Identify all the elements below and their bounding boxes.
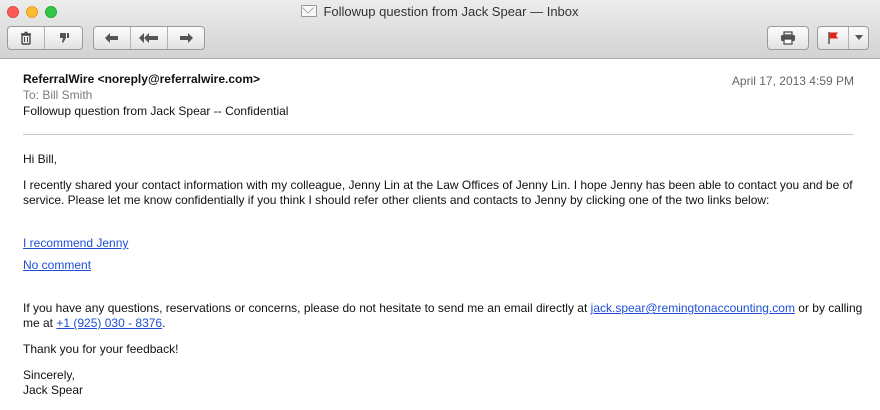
email-link[interactable]: jack.spear@remingtonaccounting.com xyxy=(591,301,795,315)
reply-button[interactable] xyxy=(94,27,131,49)
phone-link[interactable]: +1 (925) 030 - 8376 xyxy=(56,316,162,330)
delete-junk-group xyxy=(7,26,83,50)
contact-text-3: . xyxy=(162,316,166,330)
contact-text-1: If you have any questions, reservations … xyxy=(23,301,591,315)
trash-icon xyxy=(21,31,31,45)
forward-icon xyxy=(180,33,194,43)
junk-button[interactable] xyxy=(45,27,82,49)
subject: Followup question from Jack Spear -- Con… xyxy=(23,104,289,118)
sender[interactable]: ReferralWire <noreply@referralwire.com> xyxy=(23,72,854,86)
thanks-line: Thank you for your feedback! xyxy=(23,342,179,356)
recipient: To: Bill Smith xyxy=(23,88,93,102)
message-body: Hi Bill, I recently shared your contact … xyxy=(23,152,863,398)
print-group xyxy=(767,26,809,50)
closing: Sincerely, xyxy=(23,368,75,382)
reply-icon xyxy=(104,33,118,43)
print-icon xyxy=(781,31,795,45)
reply-all-button[interactable] xyxy=(131,27,169,49)
flag-icon xyxy=(828,32,838,44)
mail-window: Followup question from Jack Spear — Inbo… xyxy=(0,0,880,410)
window-title-container: Followup question from Jack Spear — Inbo… xyxy=(0,4,880,19)
title-bar: Followup question from Jack Spear — Inbo… xyxy=(0,0,880,59)
flag-menu-button[interactable] xyxy=(849,27,868,49)
flag-group xyxy=(817,26,869,50)
forward-button[interactable] xyxy=(168,27,204,49)
envelope-icon xyxy=(301,5,318,17)
reply-group xyxy=(93,26,205,50)
chevron-down-icon xyxy=(854,35,863,40)
date-time: April 17, 2013 4:59 PM xyxy=(731,74,854,88)
message-header: ReferralWire <noreply@referralwire.com> … xyxy=(23,72,854,118)
signature: Jack Spear xyxy=(23,383,84,397)
window-title: Followup question from Jack Spear — Inbo… xyxy=(323,4,579,19)
reply-all-icon xyxy=(139,33,158,43)
junk-icon xyxy=(59,33,69,43)
greeting: Hi Bill, xyxy=(23,152,58,166)
paragraph-intro: I recently shared your contact informati… xyxy=(23,178,853,207)
recommend-link[interactable]: I recommend Jenny xyxy=(23,236,128,250)
flag-button[interactable] xyxy=(818,27,849,49)
header-divider xyxy=(23,134,854,135)
paragraph-contact: If you have any questions, reservations … xyxy=(23,301,863,331)
no-comment-link[interactable]: No comment xyxy=(23,258,91,272)
delete-button[interactable] xyxy=(8,27,45,49)
print-button[interactable] xyxy=(768,27,808,49)
